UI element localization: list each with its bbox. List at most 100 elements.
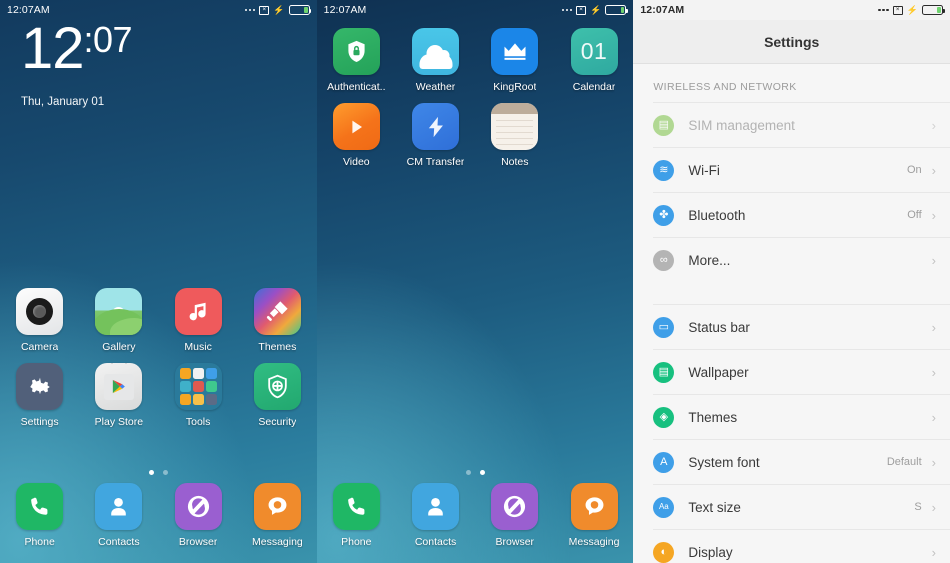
calendar-day-number: 01 [580,38,608,64]
tools-folder-icon [174,363,222,410]
settings-group-wireless: ▤ SIM management › ≋ Wi-Fi On › ✤ Bluetooth Off › ∞… [633,102,950,282]
settings-row-label: Display [688,544,733,560]
system-font-icon: A [653,451,675,473]
section-header-wireless: WIRELESS AND NETWORK [653,81,797,93]
app-icon-calendar[interactable]: 01 Calendar [554,28,633,93]
settings-row-label: Wallpaper [688,364,749,380]
settings-row-label: Themes [688,409,738,425]
app-icon-security[interactable]: Security [238,363,317,428]
wallpaper-icon: ▤ [653,361,675,383]
status-bar: 12:07AM × ⚡ [633,0,950,20]
themes-icon: ◈ [653,406,675,428]
app-icon-music[interactable]: Music [159,288,238,353]
settings-row-wallpaper[interactable]: ▤ Wallpaper › [653,349,950,394]
app-icon-play-store[interactable]: Play Store [79,363,158,428]
settings-row-sim-management[interactable]: ▤ SIM management › [653,102,950,147]
app-icon-weather[interactable]: Weather [396,28,475,93]
chevron-right-icon: › [931,364,937,380]
lockscreen-clock-widget: 12 :07 Thu, January 01 [21,19,133,109]
app-label: KingRoot [493,81,537,93]
app-label: Notes [501,156,529,168]
app-icon-notes[interactable]: Notes [475,103,554,168]
clock-minutes: :07 [83,19,133,60]
page-title: Settings [764,33,820,50]
wifi-icon: ≋ [653,159,675,181]
weather-cloud-icon [412,28,460,75]
app-label: Browser [178,536,218,548]
camera-icon [16,288,64,335]
app-icon-authenticat[interactable]: Authenticat.. [317,28,396,93]
text-size-icon: Aa [653,496,675,518]
settings-row-more[interactable]: ∞ More... › [653,237,950,282]
settings-row-themes[interactable]: ◈ Themes › [653,394,950,439]
app-icon-browser[interactable]: Browser [475,483,554,548]
browser-icon [174,483,222,530]
app-label: Contacts [414,536,457,548]
app-icon-tools[interactable]: Tools [159,363,238,428]
settings-panel: 12:07AM × ⚡ Settings WIRELESS AND NETWOR… [633,0,950,563]
app-label: Themes [258,341,297,353]
app-icon-contacts[interactable]: Contacts [396,483,475,548]
app-icon-messaging[interactable]: Messaging [554,483,633,548]
chevron-right-icon: › [931,544,937,560]
app-icon-phone[interactable]: Phone [317,483,396,548]
home-panel-page-2: 12:07AM × ⚡ Authenticat.. Weather KingRoot… [316,0,634,563]
app-label: Music [184,341,212,353]
settings-row-wi-fi[interactable]: ≋ Wi-Fi On › [653,147,950,192]
home-panel-page-1: 12:07AM × ⚡ 12 :07 Thu, January 01 Camer… [0,0,317,563]
settings-list[interactable]: WIRELESS AND NETWORK ▤ SIM management › ≋ Wi… [633,64,950,563]
settings-gear-icon [16,363,64,410]
app-icon-camera[interactable]: Camera [0,288,79,353]
app-icon-contacts[interactable]: Contacts [79,483,158,548]
chevron-right-icon: › [931,454,937,470]
charging-bolt-icon: ⚡ [273,4,285,15]
settings-row-bluetooth[interactable]: ✤ Bluetooth Off › [653,192,950,237]
dock: Phone Contacts Browser Messaging [0,483,317,558]
app-icon-themes[interactable]: Themes [238,288,317,353]
kingroot-crown-icon [491,28,539,75]
bluetooth-icon: ✤ [653,204,675,226]
no-sim-icon: × [576,5,587,15]
phone-icon [16,483,64,530]
sim-card-icon: ▤ [653,114,675,136]
app-icon-messaging[interactable]: Messaging [238,483,317,548]
browser-icon [491,483,539,530]
app-icon-phone[interactable]: Phone [0,483,79,548]
authenticator-shield-lock-icon [332,28,380,75]
app-label: Gallery [102,341,136,353]
app-grid-page-2: Authenticat.. Weather KingRoot 01 Calendar Vi… [317,28,634,178]
clock-time: 12 :07 [21,19,133,78]
settings-group-personalization: ▭ Status bar › ▤ Wallpaper › ◈ Themes › A System f… [633,304,950,563]
status-bar: 12:07AM × ⚡ [317,0,634,20]
app-label: Calendar [572,81,616,93]
settings-row-label: Wi-Fi [688,162,720,178]
settings-row-value: Off [907,209,922,221]
app-grid-page-1: Camera Gallery Music Themes Settings Play Sto… [0,288,317,438]
app-icon-gallery[interactable]: Gallery [79,288,158,353]
app-icon-browser[interactable]: Browser [159,483,238,548]
settings-row-system-font[interactable]: A System font Default › [653,439,950,484]
app-label: Camera [20,341,59,353]
app-icon-kingroot[interactable]: KingRoot [475,28,554,93]
settings-row-status-bar[interactable]: ▭ Status bar › [653,304,950,349]
app-icon-settings[interactable]: Settings [0,363,79,428]
app-label: Phone [24,536,55,548]
charging-bolt-icon: ⚡ [590,4,602,15]
status-bar-icon: ▭ [653,316,675,338]
page-dot [465,470,471,475]
settings-row-value: On [906,164,922,176]
chevron-right-icon: › [931,162,937,178]
app-label: Messaging [568,536,620,548]
settings-row-text-size[interactable]: Aa Text size S › [653,484,950,529]
status-bar-time: 12:07AM [640,4,685,16]
status-bar-time: 12:07AM [323,4,367,16]
notes-icon [491,103,539,150]
battery-icon [605,5,628,15]
themes-icon [253,288,301,335]
app-icon-cm-transfer[interactable]: CM Transfer [396,103,475,168]
settings-row-display[interactable]: ◐ Display › [653,529,950,563]
settings-row-label: Bluetooth [688,207,746,223]
cm-transfer-bolt-icon [412,103,460,150]
app-icon-video[interactable]: Video [317,103,396,168]
page-dot-active [148,470,154,475]
